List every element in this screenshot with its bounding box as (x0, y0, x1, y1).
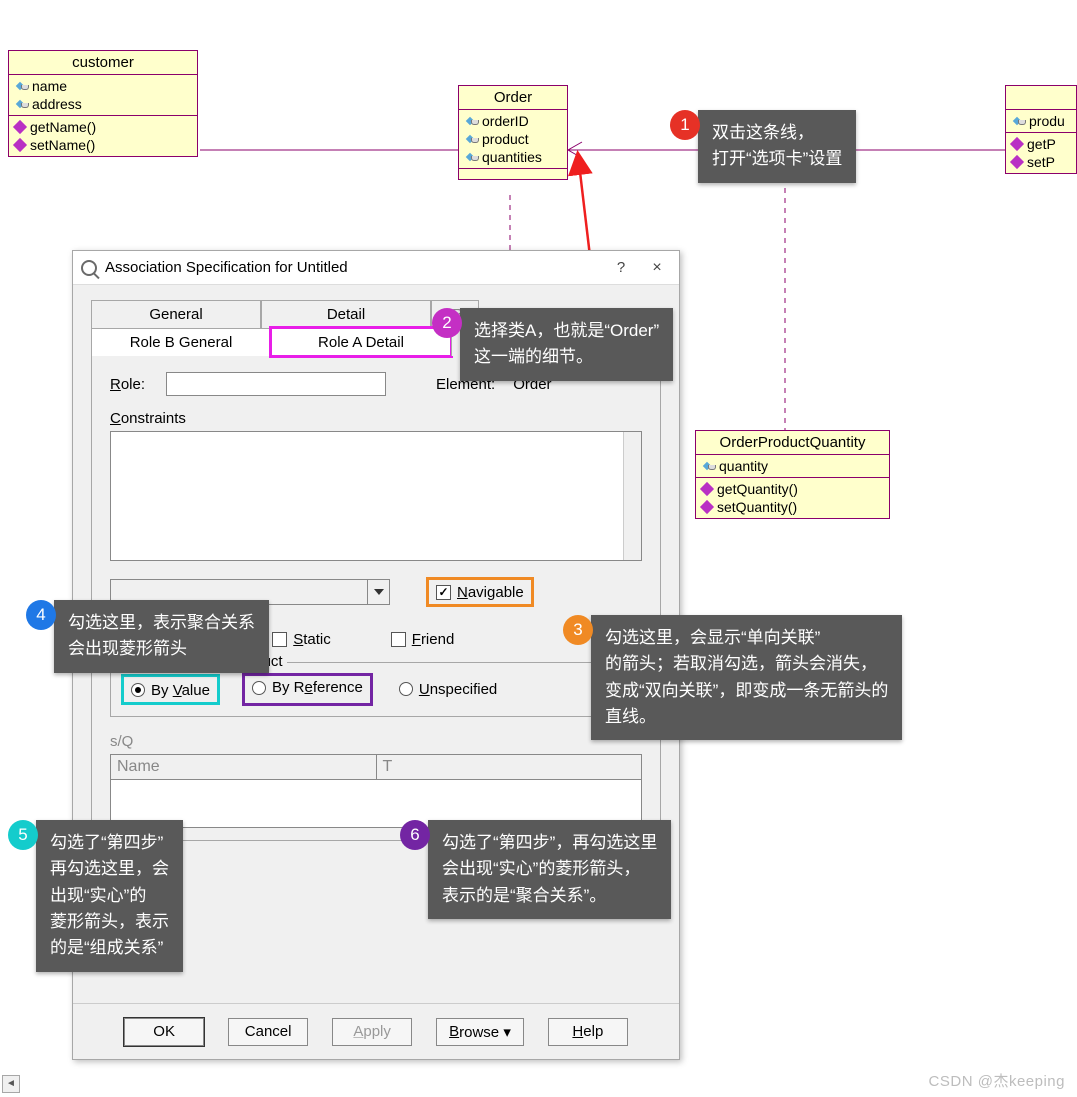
unspecified-radio[interactable]: Unspecified (399, 681, 497, 698)
browse-button[interactable]: Browse ▾ (436, 1018, 524, 1046)
callout-text: 选择类A，也就是“Order” 这一端的细节。 (460, 308, 673, 381)
uml-op: getName() (30, 119, 96, 135)
help-button[interactable]: Help (548, 1018, 628, 1046)
uml-op: setName() (30, 137, 95, 153)
diagram-canvas: customer name address getName() setName(… (0, 0, 1077, 1097)
operation-icon (700, 500, 714, 514)
chevron-down-icon[interactable] (367, 580, 389, 604)
friend-checkbox[interactable]: Friend (391, 631, 455, 648)
uml-attr: quantities (482, 149, 542, 165)
operation-icon (13, 120, 27, 134)
callout-6: 6 勾选了“第四步”，再勾选这里 会出现“实心”的菱形箭头， 表示的是“聚合关系… (400, 820, 671, 919)
callout-2: 2 选择类A，也就是“Order” 这一端的细节。 (432, 308, 673, 381)
checkbox-icon (272, 632, 287, 647)
badge-1: 1 (670, 110, 700, 140)
callout-4: 4 勾选这里，表示聚合关系 会出现菱形箭头 (26, 600, 269, 673)
tab-general[interactable]: General (91, 300, 261, 328)
uml-title: OrderProductQuantity (696, 431, 889, 455)
uml-class-orderproductquantity[interactable]: OrderProductQuantity quantity getQuantit… (695, 430, 890, 519)
callout-text: 勾选这里，表示聚合关系 会出现菱形箭头 (54, 600, 269, 673)
operation-icon (700, 482, 714, 496)
attribute-icon (465, 134, 479, 144)
tab-panel-role-a-detail: Role: Element: Order Constraints (91, 355, 661, 841)
attribute-icon (465, 116, 479, 126)
keys-col-type: T (377, 755, 642, 779)
uml-attr: address (32, 96, 82, 112)
by-value-radio[interactable]: By Value (131, 682, 210, 699)
badge-6: 6 (400, 820, 430, 850)
attribute-icon (15, 99, 29, 109)
attribute-icon (15, 81, 29, 91)
callout-text: 勾选了“第四步”，再勾选这里 会出现“实心”的菱形箭头， 表示的是“聚合关系”。 (428, 820, 671, 919)
ok-button[interactable]: OK (124, 1018, 204, 1046)
callout-1: 1 双击这条线， 打开“选项卡”设置 (670, 110, 856, 183)
dialog-titlebar[interactable]: Association Specification for Untitled ?… (73, 251, 679, 285)
callout-3: 3 勾选这里，会显示“单向关联” 的箭头；若取消勾选，箭头会消失， 变成“双向关… (563, 615, 902, 740)
close-button[interactable]: × (643, 256, 671, 280)
callout-text: 勾选了“第四步” 再勾选这里，会 出现“实心”的 菱形箭头，表示 的是“组成关系… (36, 820, 183, 972)
badge-4: 4 (26, 600, 56, 630)
uml-title: customer (9, 51, 197, 75)
badge-2: 2 (432, 308, 462, 338)
uml-op: setQuantity() (717, 499, 797, 515)
callout-5: 5 勾选了“第四步” 再勾选这里，会 出现“实心”的 菱形箭头，表示 的是“组成… (8, 820, 183, 972)
uml-attr: name (32, 78, 67, 94)
scroll-left-button[interactable] (2, 1075, 20, 1093)
role-label: Role: (110, 376, 156, 393)
attribute-icon (465, 152, 479, 162)
radio-icon (399, 682, 413, 696)
attribute-icon (702, 461, 716, 471)
uml-op: getQuantity() (717, 481, 798, 497)
uml-title (1006, 86, 1076, 110)
checkbox-icon (391, 632, 406, 647)
cancel-button[interactable]: Cancel (228, 1018, 308, 1046)
uml-attr: product (482, 131, 529, 147)
callout-text: 勾选这里，会显示“单向关联” 的箭头；若取消勾选，箭头会消失， 变成“双向关联”… (591, 615, 902, 740)
static-checkbox[interactable]: Static (272, 631, 331, 648)
uml-attr: produ (1029, 113, 1065, 129)
badge-3: 3 (563, 615, 593, 645)
keys-col-name: Name (111, 755, 377, 779)
uml-title: Order (459, 86, 567, 110)
uml-class-customer[interactable]: customer name address getName() setName(… (8, 50, 198, 157)
scrollbar[interactable] (623, 432, 641, 560)
operation-icon (13, 138, 27, 152)
tab-role-b-general[interactable]: Role B General (91, 328, 271, 356)
checkbox-icon (436, 585, 451, 600)
operation-icon (1010, 155, 1024, 169)
uml-op: getP (1027, 136, 1056, 152)
apply-button[interactable]: Apply (332, 1018, 412, 1046)
watermark: CSDN @杰keeping (929, 1070, 1065, 1091)
by-reference-radio[interactable]: By Reference (252, 679, 363, 696)
constraints-label: Constraints (110, 410, 642, 427)
badge-5: 5 (8, 820, 38, 850)
tab-detail[interactable]: Detail (261, 300, 431, 328)
dialog-button-bar: OK Cancel Apply Browse ▾ Help (73, 1003, 679, 1059)
uml-op: setP (1027, 154, 1055, 170)
radio-icon (131, 683, 145, 697)
uml-attr: quantity (719, 458, 768, 474)
magnifier-icon (81, 260, 97, 276)
uml-attr: orderID (482, 113, 529, 129)
role-input[interactable] (166, 372, 386, 396)
radio-icon (252, 681, 266, 695)
uml-class-product-partial[interactable]: produ getP setP (1005, 85, 1077, 174)
help-button[interactable]: ? (607, 256, 635, 280)
constraints-textarea[interactable] (110, 431, 642, 561)
operation-icon (1010, 137, 1024, 151)
tab-role-a-detail[interactable]: Role A Detail (271, 328, 451, 356)
callout-text: 双击这条线， 打开“选项卡”设置 (698, 110, 856, 183)
uml-class-order[interactable]: Order orderID product quantities (458, 85, 568, 180)
dialog-title-text: Association Specification for Untitled (105, 259, 348, 276)
attribute-icon (1012, 116, 1026, 126)
navigable-checkbox[interactable]: Navigable (436, 584, 524, 601)
